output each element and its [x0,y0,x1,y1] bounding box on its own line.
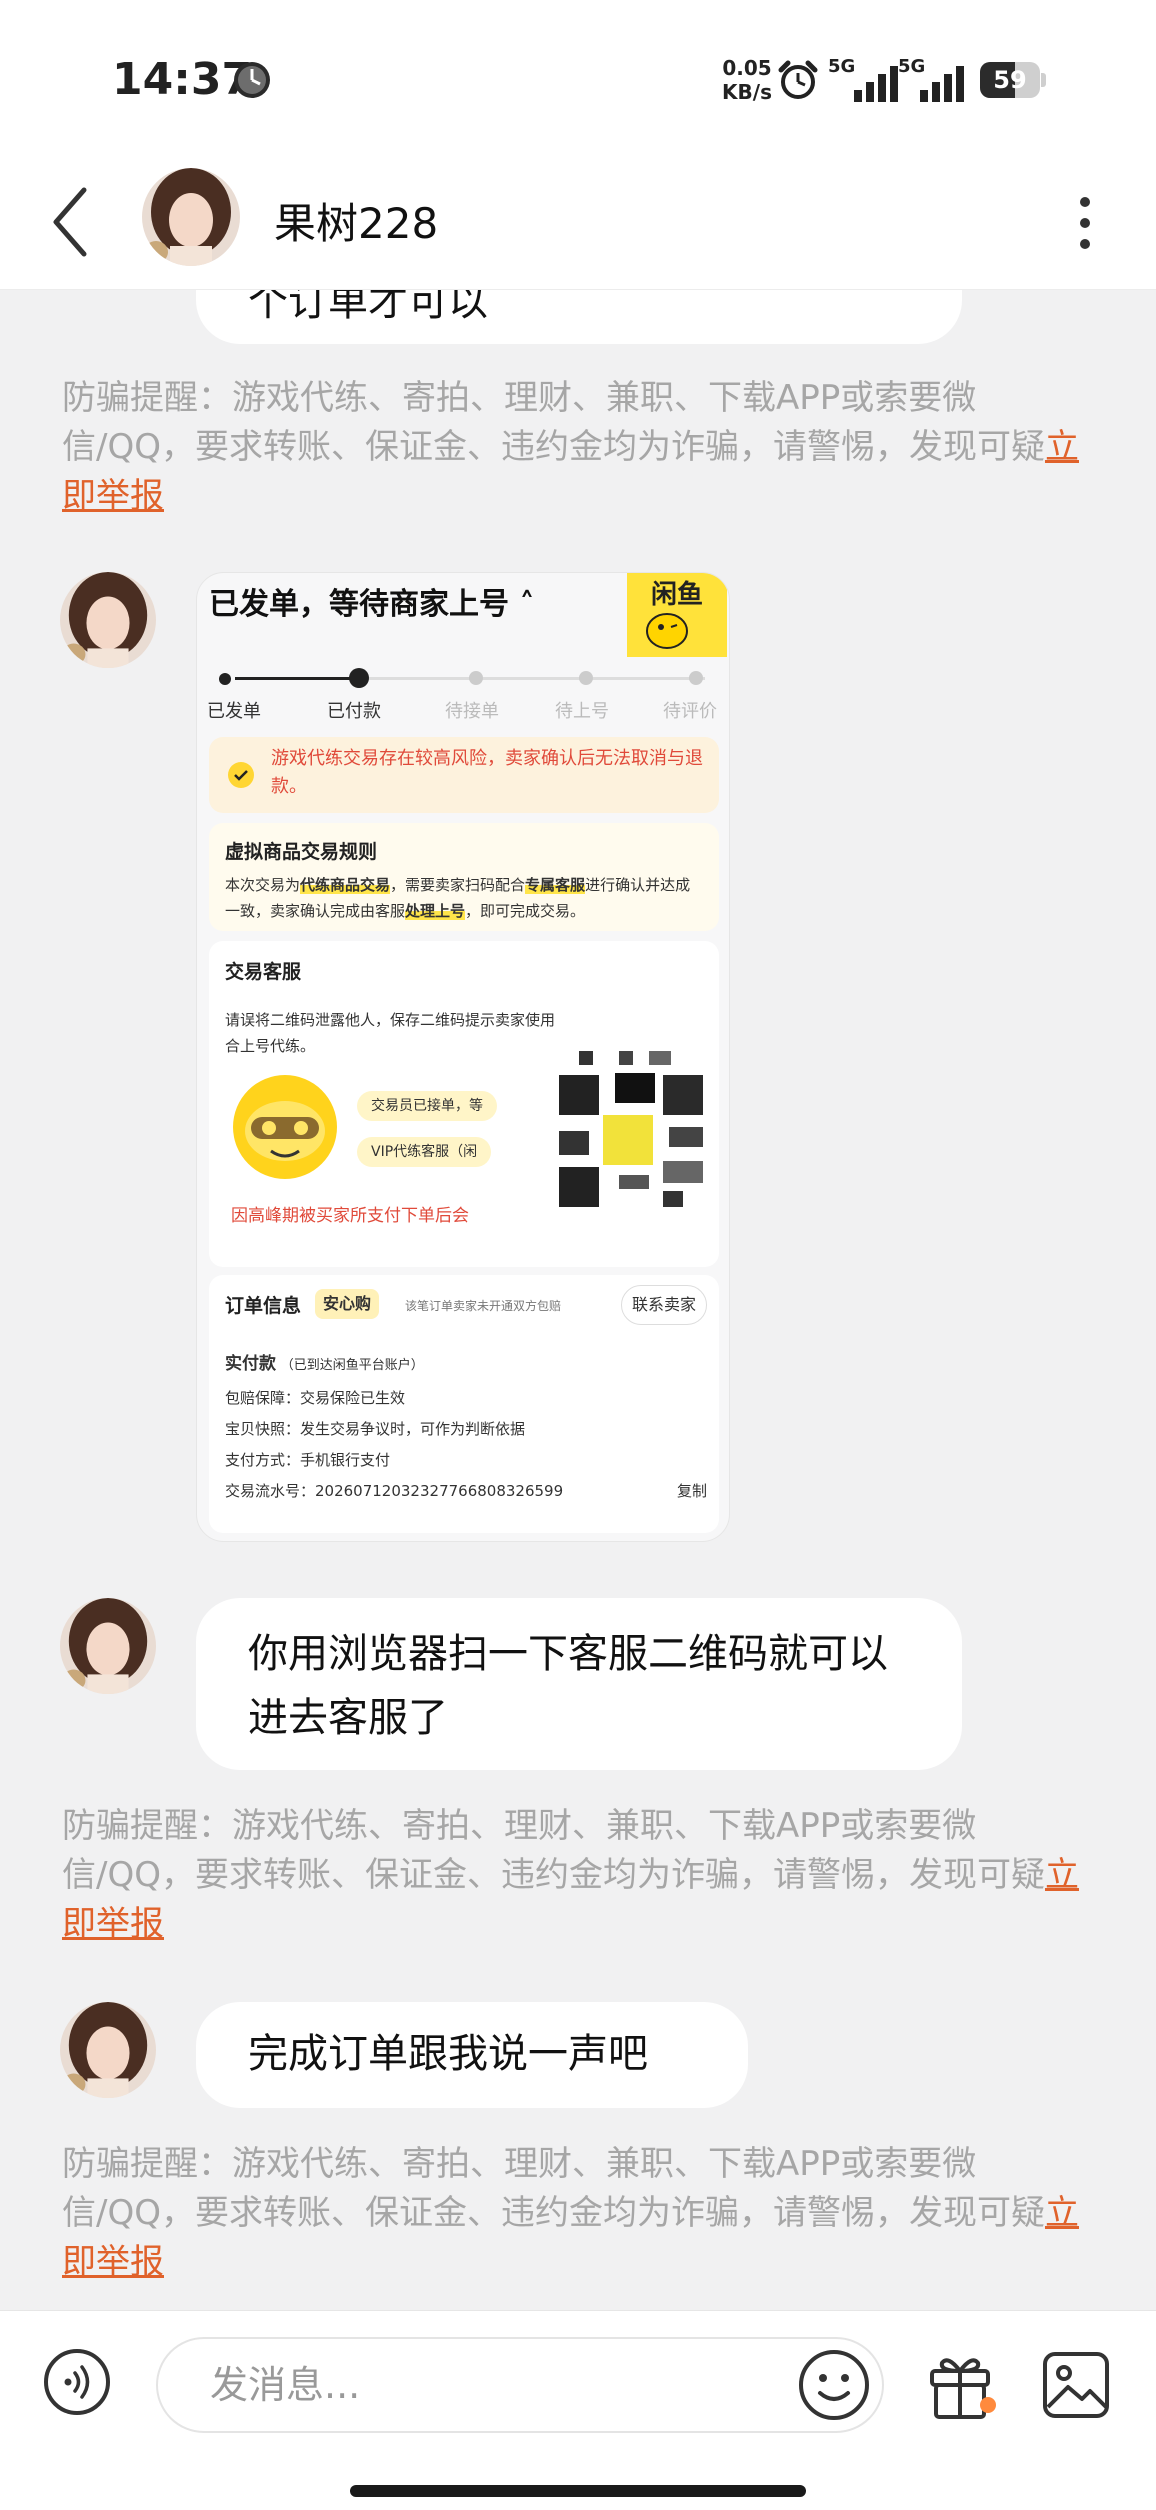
home-indicator[interactable] [350,2485,806,2497]
message-bubble[interactable]: 你用浏览器扫一下客服二维码就可以进去客服了 [196,1598,962,1770]
peak-time-alert: 因高峰期被买家所支付下单后会 [231,1206,469,1226]
order-info-title: 订单信息 [225,1295,302,1317]
fraud-warning-text: 防骗提醒：游戏代练、寄拍、理财、兼职、下载APP或索要微信/QQ，要求转账、保证… [62,1806,1045,1895]
chat-messages[interactable]: 个订单才可以 防骗提醒：游戏代练、寄拍、理财、兼职、下载APP或索要微信/QQ，… [0,290,1156,2310]
risk-notice-text: 游戏代练交易存在较高风险，卖家确认后无法取消与退款。 [271,748,703,797]
snapshot-row: 宝贝快照：发生交易争议时，可作为判断依据 [225,1420,526,1438]
xianyu-logo: 闲鱼 [627,573,727,657]
protect-row: 包赔保障：交易保险已生效 [225,1389,406,1407]
step-dot [689,671,703,685]
copy-button: 复制 [677,1482,708,1500]
chat-header: 果树228 [0,160,1156,290]
contact-avatar[interactable] [142,168,240,266]
step-label: 待接单 [445,701,499,722]
message-bubble[interactable]: 完成订单跟我说一声吧 [196,2002,748,2108]
battery-indicator: 59 [980,62,1046,98]
more-dots-icon[interactable] [1070,188,1100,258]
order-info-section: 订单信息 安心购 该笔订单卖家未开通双方包赔 联系卖家 实付款 （已到达闲鱼平台… [209,1275,719,1533]
trade-service-section: 交易客服 请误将二维码泄露他人，保存二维码提示卖家使用 合上号代练。 交易员已接… [209,941,719,1267]
step-dot-current [349,668,369,688]
net-speed-value: 0.05 [722,56,772,80]
signal-bars-icon [854,66,898,102]
clock-icon [234,62,270,98]
order-status-title: 已发单，等待商家上号 ˄ [209,587,535,622]
signal-bars-icon [920,66,964,102]
step-dot [469,671,483,685]
message-text: 完成订单跟我说一声吧 [248,2031,648,2077]
step-label: 待评价 [663,701,717,722]
fraud-warning: 防骗提醒：游戏代练、寄拍、理财、兼职、下载APP或索要微信/QQ，要求转账、保证… [62,2140,1102,2287]
net-speed: 0.05 KB/s [712,56,782,104]
alarm-icon [778,60,818,99]
progress-track-done [235,677,365,680]
signal-1: 5G [828,56,900,102]
avatar-image [60,1598,156,1694]
sender-avatar[interactable] [60,1598,156,1694]
message-text: 你用浏览器扫一下客服二维码就可以进去客服了 [248,1631,888,1741]
check-circle-icon [228,762,254,788]
voice-icon[interactable] [42,2347,112,2417]
input-bar [0,2310,1156,2510]
anxingou-badge: 安心购 [315,1289,380,1319]
service-tag: VIP代练客服（闲 [357,1137,492,1167]
sender-avatar[interactable] [60,572,156,668]
message-bubble[interactable]: 个订单才可以 [196,290,962,344]
message-input[interactable] [156,2337,884,2433]
badge-note: 该笔订单卖家未开通双方包赔 [405,1299,562,1313]
step-dot [579,671,593,685]
fraud-warning: 防骗提醒：游戏代练、寄拍、理财、兼职、下载APP或索要微信/QQ，要求转账、保证… [62,374,1102,521]
step-label: 待上号 [555,701,609,722]
fraud-warning-text: 防骗提醒：游戏代练、寄拍、理财、兼职、下载APP或索要微信/QQ，要求转账、保证… [62,378,1045,467]
service-title: 交易客服 [225,961,302,983]
rules-title: 虚拟商品交易规则 [225,841,378,863]
net-speed-unit: KB/s [722,80,772,104]
logo-text: 闲鱼 [651,580,703,610]
message-text: 个订单才可以 [248,290,488,325]
image-icon[interactable] [1040,2349,1112,2421]
risk-notice: 游戏代练交易存在较高风险，卖家确认后无法取消与退款。 [209,737,719,813]
qr-code-blurred [559,1051,709,1211]
status-bar: 14:37 0.05 KB/s 5G 5G 59 [0,0,1156,160]
emoji-icon[interactable] [796,2347,872,2423]
step-label: 已付款 [327,701,381,722]
signal-2: 5G [898,56,970,102]
step-dot [219,673,231,685]
fraud-warning: 防骗提醒：游戏代练、寄拍、理财、兼职、下载APP或索要微信/QQ，要求转账、保证… [62,1802,1102,1949]
payment-row: 支付方式：手机银行支付 [225,1451,391,1469]
avatar-image [60,2002,156,2098]
avatar-image [60,572,156,668]
service-desc: 请误将二维码泄露他人，保存二维码提示卖家使用 合上号代练。 [225,1011,556,1055]
step-label: 已发单 [207,701,261,722]
serial-row: 交易流水号：20260712032327766808326599 [225,1482,564,1500]
battery-level-text: 59 [993,66,1027,94]
paid-row: 实付款 （已到达闲鱼平台账户） [225,1354,424,1374]
sender-avatar[interactable] [60,2002,156,2098]
avatar-image [142,168,240,266]
contact-seller-button: 联系卖家 [621,1285,707,1325]
image-message[interactable]: 已发单，等待商家上号 ˄ 闲鱼 已发单 已付款 待接单 待上号 待评价 游戏代练… [196,572,730,1542]
gift-icon[interactable] [922,2345,1002,2425]
chat-title: 果树228 [274,199,439,248]
service-tag: 交易员已接单，等 [357,1091,497,1121]
back-arrow-icon[interactable] [44,178,104,268]
rules-text: 本次交易为代练商品交易，需要卖家扫码配合专属客服进行确认并达成一致，卖家确认完成… [225,876,691,920]
virtual-goods-rules: 虚拟商品交易规则 本次交易为代练商品交易，需要卖家扫码配合专属客服进行确认并达成… [209,823,719,931]
fraud-warning-text: 防骗提醒：游戏代练、寄拍、理财、兼职、下载APP或索要微信/QQ，要求转账、保证… [62,2144,1045,2233]
mascot-image [233,1075,337,1179]
